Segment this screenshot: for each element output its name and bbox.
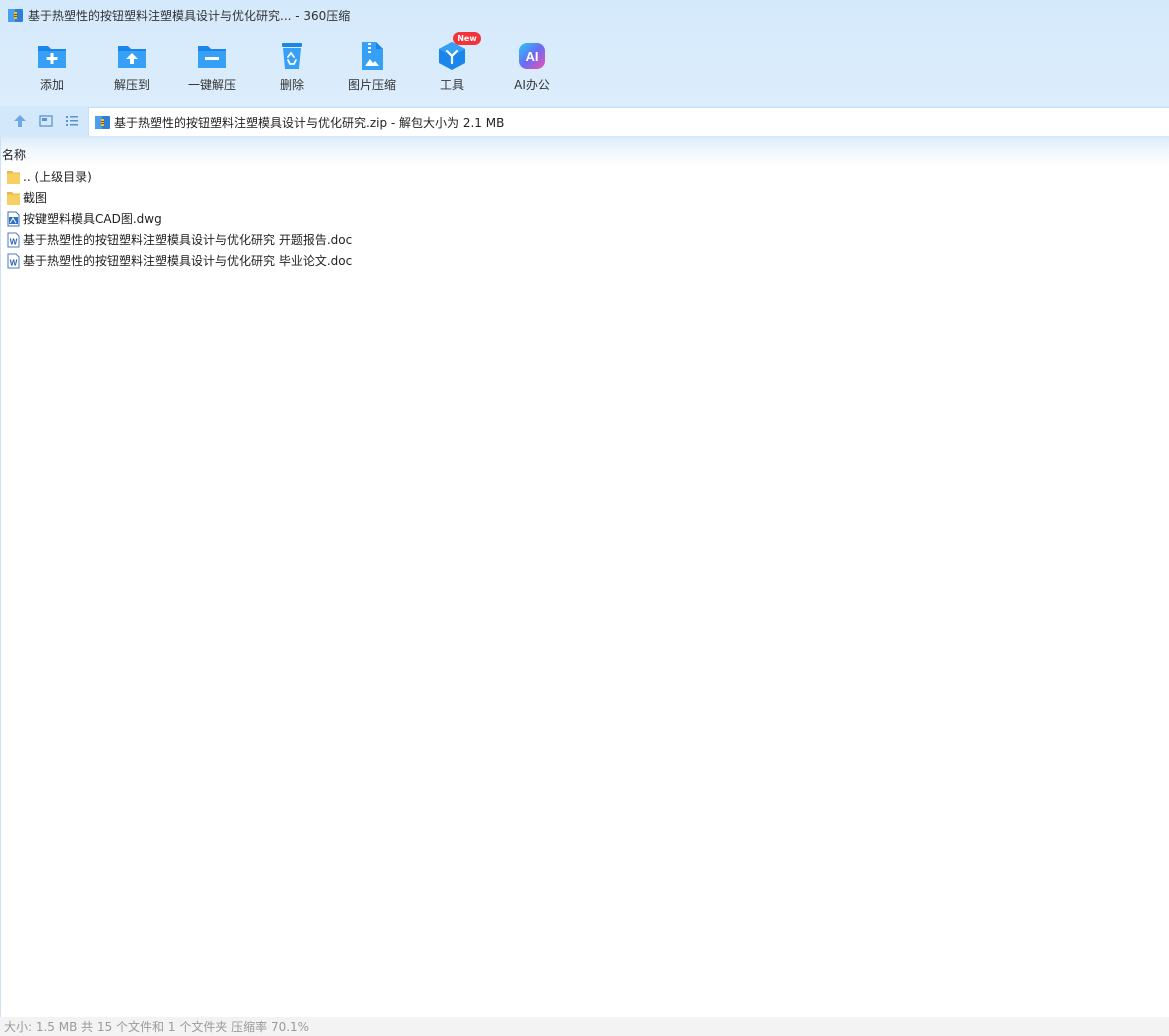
address-row: 基于热塑性的按钮塑料注塑模具设计与优化研究.zip - 解包大小为 2.1 MB bbox=[0, 106, 1169, 137]
list-item-name: 截图 bbox=[23, 191, 48, 205]
one-click-extract-label: 一键解压 bbox=[187, 78, 236, 92]
list-item[interactable]: 按键塑料模具CAD图.dwg bbox=[1, 209, 1169, 230]
word-file-icon: W bbox=[7, 232, 20, 248]
new-badge: New bbox=[453, 32, 481, 45]
header: 基于热塑性的按钮塑料注塑模具设计与优化研究... - 360压缩 添加 解压到 … bbox=[0, 0, 1169, 106]
file-rows: .. (上级目录) 截图 按键塑料模具CAD图.dwg W 基于热塑性的按钮塑料… bbox=[1, 167, 1169, 272]
ai-office-label: AI办公 bbox=[514, 78, 550, 92]
add-label: 添加 bbox=[39, 78, 64, 92]
recycle-bin-icon bbox=[282, 43, 302, 69]
extract-to-label: 解压到 bbox=[113, 78, 150, 92]
window-title: 基于热塑性的按钮塑料注塑模具设计与优化研究... - 360压缩 bbox=[28, 9, 351, 23]
svg-text:W: W bbox=[10, 238, 18, 247]
tools-button[interactable]: 工具 bbox=[412, 38, 492, 100]
delete-button[interactable]: 删除 bbox=[252, 38, 332, 100]
list-item-name: .. (上级目录) bbox=[23, 170, 92, 184]
word-file-icon: W bbox=[7, 253, 20, 269]
list-item-name: 按键塑料模具CAD图.dwg bbox=[23, 212, 162, 226]
list-item[interactable]: W 基于热塑性的按钮塑料注塑模具设计与优化研究 开题报告.doc bbox=[1, 230, 1169, 251]
image-compress-label: 图片压缩 bbox=[347, 78, 396, 92]
add-button[interactable]: 添加 bbox=[12, 38, 92, 100]
ai-office-icon: AI bbox=[519, 43, 545, 69]
list-item[interactable]: W 基于热塑性的按钮塑料注塑模具设计与优化研究 毕业论文.doc bbox=[1, 251, 1169, 272]
svg-text:AI: AI bbox=[526, 49, 539, 64]
status-text: 大小: 1.5 MB 共 15 个文件和 1 个文件夹 压缩率 70.1% bbox=[4, 1020, 310, 1034]
folder-extract-icon bbox=[118, 46, 146, 68]
file-list: 名称 .. (上级目录) 截图 按键塑料模具CAD图.dwg W 基于热塑性的按… bbox=[0, 137, 1169, 1017]
archive-icon bbox=[8, 9, 23, 22]
list-view-icon[interactable] bbox=[63, 112, 81, 130]
list-item[interactable]: .. (上级目录) bbox=[1, 167, 1169, 188]
dwg-file-icon bbox=[7, 211, 20, 227]
toolbar: 添加 解压到 一键解压 删除 图片压缩 工具 AI AI办公 bbox=[12, 38, 572, 100]
folder-add-icon bbox=[38, 46, 66, 68]
archive-icon bbox=[95, 116, 110, 129]
one-click-extract-button[interactable]: 一键解压 bbox=[172, 38, 252, 100]
address-bar[interactable]: 基于热塑性的按钮塑料注塑模具设计与优化研究.zip - 解包大小为 2.1 MB bbox=[88, 107, 1169, 136]
column-header: 名称 bbox=[1, 137, 1169, 167]
folder-icon bbox=[7, 192, 20, 205]
tools-label: 工具 bbox=[439, 78, 464, 92]
delete-label: 删除 bbox=[279, 78, 304, 92]
status-bar: 大小: 1.5 MB 共 15 个文件和 1 个文件夹 压缩率 70.1% bbox=[0, 1017, 1169, 1036]
app-window: 基于热塑性的按钮塑料注塑模具设计与优化研究... - 360压缩 添加 解压到 … bbox=[0, 0, 1169, 1036]
address-text: 基于热塑性的按钮塑料注塑模具设计与优化研究.zip - 解包大小为 2.1 MB bbox=[114, 116, 505, 130]
image-compress-button[interactable]: 图片压缩 bbox=[332, 38, 412, 100]
list-item-name: 基于热塑性的按钮塑料注塑模具设计与优化研究 开题报告.doc bbox=[23, 233, 353, 247]
folder-oneclick-extract-icon bbox=[198, 46, 226, 68]
thumbnail-view-icon[interactable] bbox=[37, 112, 55, 130]
title-bar: 基于热塑性的按钮塑料注塑模具设计与优化研究... - 360压缩 bbox=[0, 0, 1169, 32]
ai-office-button[interactable]: AI AI办公 bbox=[492, 38, 572, 100]
folder-icon bbox=[7, 171, 20, 184]
list-item-name: 基于热塑性的按钮塑料注塑模具设计与优化研究 毕业论文.doc bbox=[23, 254, 353, 268]
extract-to-button[interactable]: 解压到 bbox=[92, 38, 172, 100]
svg-text:W: W bbox=[10, 259, 18, 268]
image-compress-icon bbox=[362, 42, 383, 70]
column-header-name[interactable]: 名称 bbox=[2, 148, 26, 162]
list-item[interactable]: 截图 bbox=[1, 188, 1169, 209]
up-arrow-icon[interactable] bbox=[11, 112, 29, 130]
